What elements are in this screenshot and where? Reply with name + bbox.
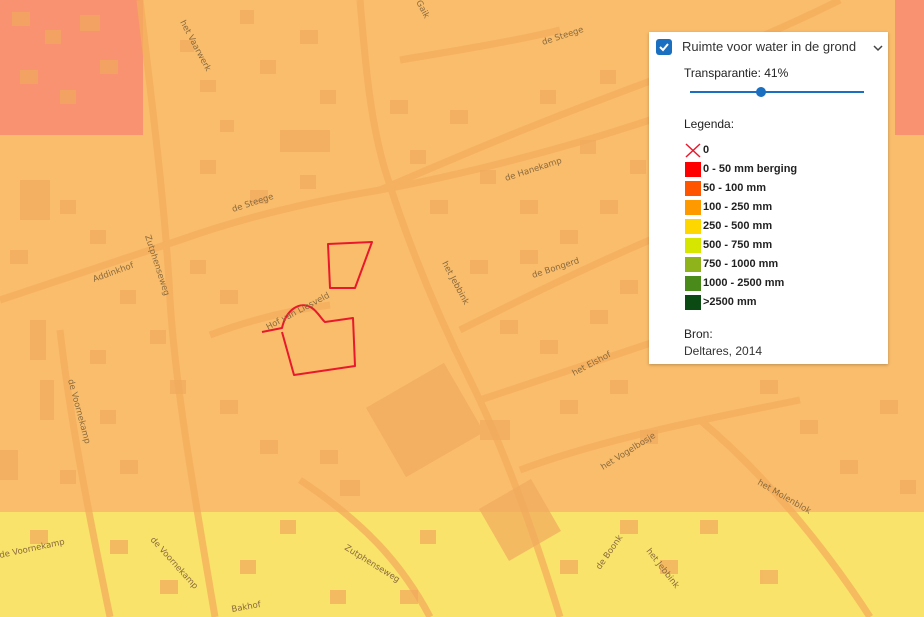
legend-swatch	[685, 276, 701, 291]
legend-swatch	[685, 162, 701, 177]
source-title: Bron:	[684, 327, 713, 341]
layer-header[interactable]: Ruimte voor water in de grond	[655, 38, 884, 58]
legend-label: 1000 - 2500 mm	[703, 277, 785, 289]
legend-title: Legenda:	[684, 117, 735, 131]
legend-label: 0 - 50 mm berging	[703, 163, 798, 175]
checkmark-icon	[659, 43, 669, 52]
legend-swatch	[685, 257, 701, 272]
legend-swatch	[685, 295, 701, 310]
legend-label: 100 - 250 mm	[703, 201, 773, 213]
legend-label: >2500 mm	[703, 296, 757, 308]
legend-label: 500 - 750 mm	[703, 239, 773, 251]
transparency-slider[interactable]	[690, 87, 864, 97]
layer-checkbox[interactable]	[656, 39, 672, 55]
legend-swatch	[685, 200, 701, 215]
slider-thumb[interactable]	[756, 87, 767, 97]
legend-label: 0	[703, 144, 710, 156]
transparency-label: Transparantie: 41%	[684, 66, 789, 80]
chevron-down-icon[interactable]	[872, 42, 884, 54]
legend-label: 250 - 500 mm	[703, 220, 773, 232]
zone-yellow	[0, 512, 924, 617]
legend-label: 50 - 100 mm	[703, 182, 766, 194]
legend-label: 750 - 1000 mm	[703, 258, 779, 270]
layer-panel: Ruimte voor water in de grond Transparan…	[649, 32, 888, 364]
legend-swatch	[685, 238, 701, 253]
source-text: Deltares, 2014	[684, 344, 763, 358]
cross-icon	[685, 143, 701, 158]
legend-swatch	[685, 181, 701, 196]
layer-title: Ruimte voor water in de grond	[682, 39, 857, 54]
zone-red-right	[895, 0, 924, 135]
legend-swatch	[685, 219, 701, 234]
